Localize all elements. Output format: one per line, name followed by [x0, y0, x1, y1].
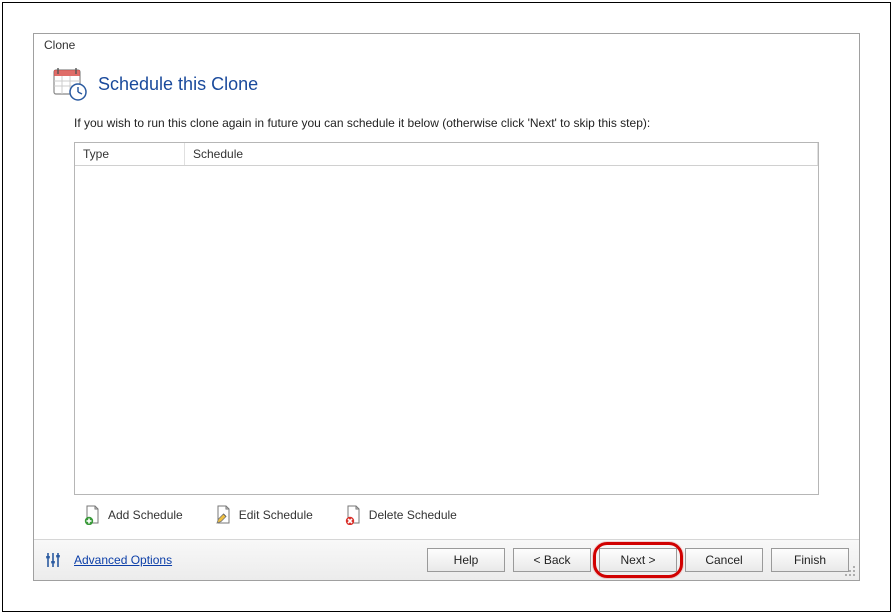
- column-type[interactable]: Type: [75, 143, 185, 165]
- wizard-body: Schedule this Clone If you wish to run t…: [34, 54, 859, 539]
- page-description: If you wish to run this clone again in f…: [34, 110, 859, 142]
- edit-schedule-button[interactable]: Edit Schedule: [215, 505, 313, 525]
- advanced-options-link[interactable]: Advanced Options: [74, 553, 172, 567]
- window-title: Clone: [34, 34, 859, 54]
- help-button[interactable]: Help: [427, 548, 505, 572]
- add-schedule-label: Add Schedule: [108, 508, 183, 522]
- edit-schedule-label: Edit Schedule: [239, 508, 313, 522]
- document-pencil-icon: [215, 505, 233, 525]
- footer-buttons: Help < Back Next > Cancel Finish: [427, 548, 849, 572]
- delete-schedule-button[interactable]: Delete Schedule: [345, 505, 457, 525]
- delete-schedule-label: Delete Schedule: [369, 508, 457, 522]
- resize-grip-icon[interactable]: [843, 564, 857, 578]
- calendar-clock-icon: [52, 66, 88, 102]
- document-x-icon: [345, 505, 363, 525]
- page-title: Schedule this Clone: [98, 74, 258, 95]
- finish-button[interactable]: Finish: [771, 548, 849, 572]
- document-plus-icon: [84, 505, 102, 525]
- app-frame: Clone: [2, 2, 891, 612]
- wizard-footer: Advanced Options Help < Back Next > Canc…: [34, 539, 859, 580]
- wizard-window: Clone: [33, 33, 860, 581]
- cancel-button[interactable]: Cancel: [685, 548, 763, 572]
- advanced-options-label: Advanced Options: [74, 553, 172, 567]
- add-schedule-button[interactable]: Add Schedule: [84, 505, 183, 525]
- next-button-highlight: Next >: [599, 548, 677, 572]
- list-header: Type Schedule: [75, 143, 818, 166]
- schedule-list[interactable]: Type Schedule: [74, 142, 819, 495]
- sliders-icon: [44, 551, 62, 569]
- next-button[interactable]: Next >: [599, 548, 677, 572]
- page-header: Schedule this Clone: [34, 54, 859, 110]
- column-schedule[interactable]: Schedule: [185, 143, 818, 165]
- schedule-actions: Add Schedule Edit Schedule: [34, 495, 859, 539]
- back-button[interactable]: < Back: [513, 548, 591, 572]
- list-body[interactable]: [75, 166, 818, 494]
